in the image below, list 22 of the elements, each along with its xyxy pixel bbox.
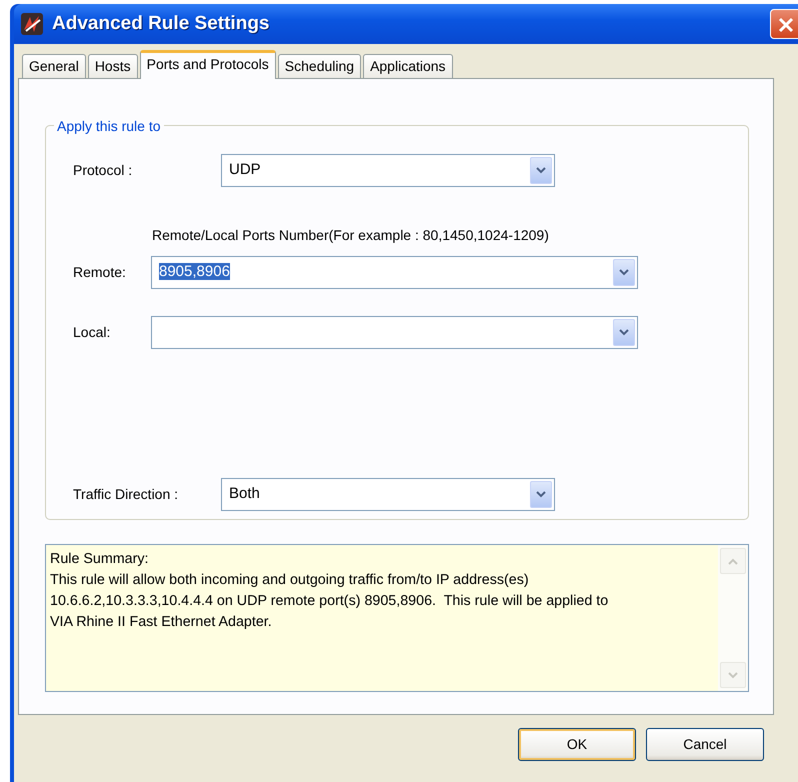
summary-text: This rule will allow both incoming and outgoing traffic from/to IP address(es) 10.6.6.2,10.3.3.3,10.4.4.4 on UDP remote port(s) 8905,8906. This rule will be applied to VIA Rhine II Fast Ethernet Adapter.	[50, 571, 610, 632]
tab[interactable]: Applications	[363, 54, 453, 78]
hint-text: Remote/Local Ports Number(For example : 80,1450,1024-1209)	[152, 227, 549, 243]
ok-button[interactable]: OK	[518, 728, 636, 761]
dropdown-field[interactable]: 8905,8906	[151, 256, 638, 289]
tab[interactable]: Ports and Protocols	[140, 50, 276, 79]
tab[interactable]: Scheduling	[278, 54, 362, 78]
field-label: Remote:	[73, 263, 127, 282]
tab[interactable]: General	[22, 54, 86, 78]
window-title: Advanced Rule Settings	[52, 12, 270, 36]
field-label: Traffic Direction :	[73, 485, 180, 504]
dropdown-field[interactable]: Both	[221, 478, 555, 511]
summary-title: Rule Summary:	[50, 550, 150, 569]
close-icon	[777, 16, 795, 34]
field-label: Local:	[73, 323, 112, 342]
app-icon	[20, 12, 44, 36]
field-label: Protocol :	[73, 161, 134, 180]
dropdown-field[interactable]	[151, 316, 638, 349]
close-button[interactable]	[770, 9, 798, 39]
dropdown-field[interactable]: UDP	[221, 154, 555, 187]
tab[interactable]: Hosts	[88, 54, 138, 78]
cancel-button[interactable]: Cancel	[646, 728, 764, 761]
